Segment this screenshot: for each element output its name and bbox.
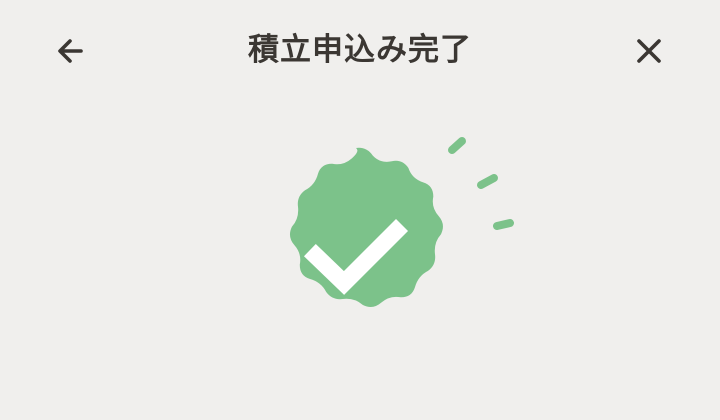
back-button[interactable] <box>46 26 96 76</box>
page-title: 積立申込み完了 <box>248 32 472 68</box>
sparkle-lines-icon <box>448 137 514 230</box>
check-badge-icon <box>289 147 443 308</box>
close-icon <box>637 39 661 63</box>
success-badge <box>289 137 514 308</box>
close-button[interactable] <box>624 26 674 76</box>
arrow-left-icon <box>58 39 83 63</box>
top-bar: 積立申込み完了 <box>0 0 720 100</box>
